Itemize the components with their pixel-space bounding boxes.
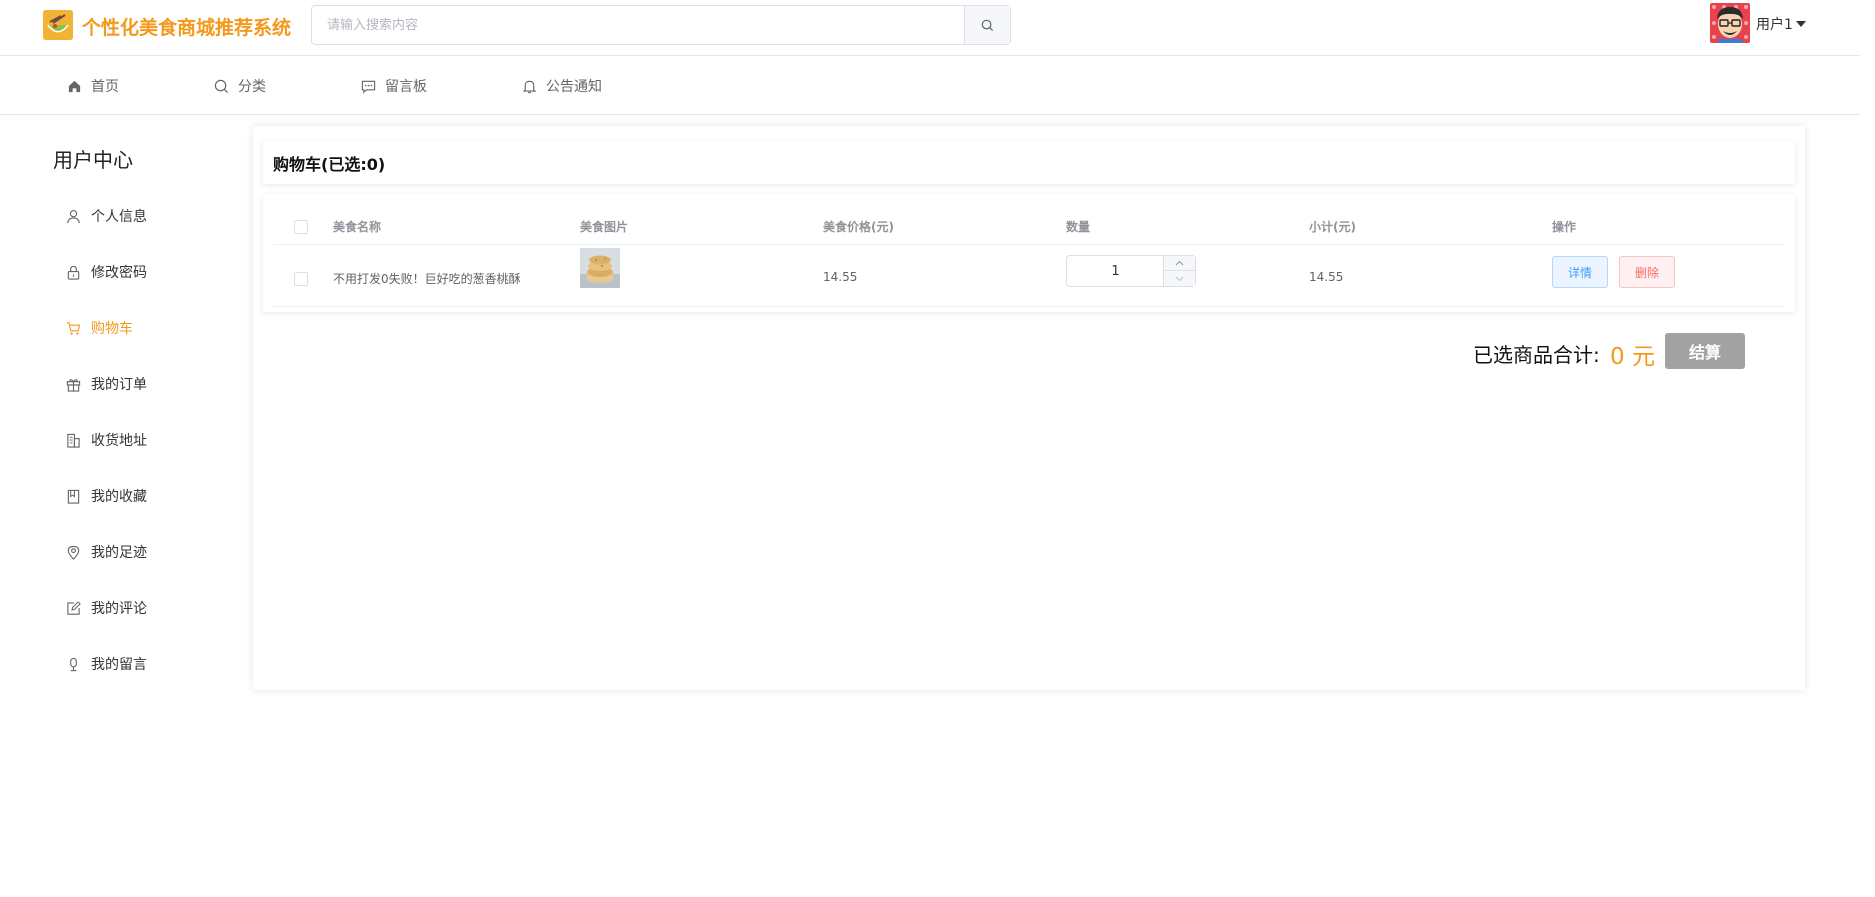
sidebar-item-label: 我的收藏 — [91, 489, 147, 505]
column-header-actions: 操作 — [1552, 220, 1577, 234]
sidebar-item-cart[interactable]: 购物车 — [44, 305, 239, 351]
edit-icon — [67, 600, 81, 615]
header-divider — [273, 244, 1785, 245]
quantity-decrease-button[interactable] — [1164, 271, 1195, 286]
column-header-quantity: 数量 — [1066, 220, 1091, 234]
chevron-up-icon — [1175, 260, 1184, 266]
sidebar-item-orders[interactable]: 我的订单 — [44, 361, 239, 407]
search-icon — [981, 19, 994, 31]
site-title[interactable]: 个性化美食商城推荐系统 — [82, 13, 291, 40]
food-price: 14.55 — [823, 270, 858, 284]
bookmark-icon — [67, 489, 80, 504]
food-name: 不用打发0失败！巨好吃的葱香桃酥 — [333, 272, 521, 286]
home-icon — [68, 80, 81, 92]
sidebar-item-password[interactable]: 修改密码 — [44, 249, 239, 295]
total-value: 0 元 — [1610, 344, 1655, 370]
sidebar-item-address[interactable]: 收货地址 — [44, 417, 239, 463]
top-header: 个性化美食商城推荐系统 用户1 — [0, 0, 1860, 56]
search-button[interactable] — [964, 6, 1010, 44]
bell-icon — [522, 80, 537, 93]
lock-icon — [67, 265, 80, 280]
select-all-checkbox[interactable] — [294, 220, 308, 234]
sidebar-item-footprint[interactable]: 我的足迹 — [44, 529, 239, 575]
quantity-increase-button[interactable] — [1164, 256, 1195, 271]
nav-item-category[interactable]: 分类 — [214, 57, 266, 115]
sidebar-item-label: 我的订单 — [91, 377, 147, 393]
food-subtotal: 14.55 — [1309, 270, 1344, 284]
search-icon — [214, 79, 229, 93]
stepper-controls — [1163, 256, 1195, 286]
main-nav: 首页 分类 留言板 公告通知 — [0, 57, 1860, 115]
user-menu[interactable]: 用户1 — [1756, 14, 1793, 34]
chevron-down-icon — [1175, 276, 1184, 281]
sidebar-item-label: 收货地址 — [91, 433, 147, 449]
row-divider — [273, 306, 1785, 307]
message-icon — [361, 80, 376, 93]
location-icon — [67, 545, 80, 560]
quantity-stepper[interactable]: 1 — [1066, 255, 1196, 287]
search-input[interactable] — [312, 6, 965, 44]
total-label: 已选商品合计: — [1473, 343, 1600, 367]
column-header-image: 美食图片 — [580, 220, 629, 234]
sidebar-item-label: 我的评论 — [91, 601, 147, 617]
delete-button[interactable]: 删除 — [1619, 256, 1675, 288]
quantity-value[interactable]: 1 — [1067, 256, 1164, 286]
column-header-price: 美食价格(元) — [823, 220, 894, 234]
nav-label: 留言板 — [385, 79, 427, 95]
search-bar — [311, 5, 1011, 45]
sidebar-item-profile[interactable]: 个人信息 — [44, 193, 239, 239]
sidebar-item-label: 我的留言 — [91, 657, 147, 673]
nav-label: 首页 — [91, 79, 119, 95]
column-header-name: 美食名称 — [333, 220, 382, 234]
user-icon — [67, 209, 80, 223]
nav-label: 公告通知 — [546, 79, 602, 95]
gift-icon — [66, 378, 81, 392]
sidebar-item-comments[interactable]: 我的评论 — [44, 585, 239, 631]
nav-item-message-board[interactable]: 留言板 — [361, 57, 427, 115]
sidebar-item-label: 我的足迹 — [91, 545, 147, 561]
nav-label: 分类 — [238, 79, 266, 95]
column-header-subtotal: 小计(元) — [1309, 220, 1356, 234]
sidebar-item-label: 个人信息 — [91, 209, 147, 225]
sidebar-title: 用户中心 — [53, 148, 133, 172]
caret-down-icon[interactable] — [1796, 21, 1806, 27]
cart-panel: 购物车(已选:0) 美食名称 美食图片 美食价格(元) 数量 小计(元) 操作 … — [253, 126, 1805, 690]
logo-icon[interactable] — [43, 10, 73, 40]
sidebar-item-label: 修改密码 — [91, 265, 147, 281]
cart-title: 购物车(已选:0) — [263, 141, 1795, 184]
nav-item-notice[interactable]: 公告通知 — [522, 57, 602, 115]
microphone-icon — [70, 657, 77, 671]
sidebar-item-favorites[interactable]: 我的收藏 — [44, 473, 239, 519]
cart-icon — [66, 321, 81, 335]
sidebar-item-label: 购物车 — [91, 321, 133, 337]
cart-table: 美食名称 美食图片 美食价格(元) 数量 小计(元) 操作 不用打发0失败！巨好… — [263, 194, 1795, 312]
detail-button[interactable]: 详情 — [1552, 256, 1608, 288]
sidebar-item-my-messages[interactable]: 我的留言 — [44, 641, 239, 687]
nav-item-home[interactable]: 首页 — [67, 57, 119, 115]
avatar[interactable] — [1710, 3, 1750, 43]
checkout-button[interactable]: 结算 — [1665, 333, 1745, 369]
building-icon — [67, 433, 80, 448]
row-checkbox[interactable] — [294, 272, 308, 286]
food-image[interactable] — [580, 248, 620, 288]
